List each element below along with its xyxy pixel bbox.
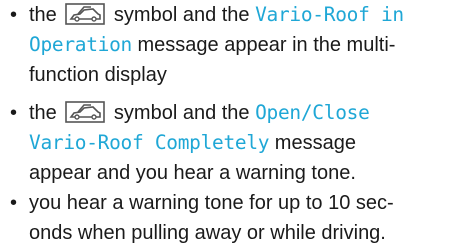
text: message — [269, 132, 356, 154]
text: appear and you hear a warning tone. — [29, 162, 356, 184]
bullet-3-line-2: onds when pulling away or while driving. — [29, 218, 386, 248]
display-message: Operation — [29, 33, 132, 56]
bullet-dot: • — [10, 102, 18, 124]
convertible-roof-icon — [65, 3, 106, 25]
text: the — [29, 102, 63, 124]
text: onds when pulling away or while driving. — [29, 222, 386, 244]
bullet-1-line-2: Operation message appear in the multi- — [29, 30, 395, 60]
bullet-1-line-1: the symbol and the Vario-Roof in — [29, 0, 404, 30]
bullet-dot: • — [10, 192, 18, 214]
bullet-2-line-1: the symbol and the Open/Close — [29, 98, 370, 128]
bullet-2-line-2: Vario-Roof Completely message — [29, 128, 356, 158]
text: symbol and the — [108, 4, 256, 26]
convertible-roof-icon — [65, 101, 106, 123]
display-message: Vario-Roof in — [255, 3, 404, 26]
bullet-2-line-3: appear and you hear a warning tone. — [29, 158, 356, 188]
display-message: Open/Close — [255, 101, 370, 124]
bullet-1-line-3: function display — [29, 60, 167, 90]
bullet-dot: • — [10, 4, 18, 26]
text: message appear in the multi- — [131, 34, 396, 56]
display-message: Vario-Roof Completely — [29, 131, 270, 154]
text: function display — [29, 64, 167, 86]
text: the — [29, 4, 63, 26]
bullet-3-line-1: you hear a warning tone for up to 10 sec… — [29, 188, 394, 218]
document-page: • the symbol and the Vario-Roof in Opera… — [0, 0, 449, 249]
text: symbol and the — [108, 102, 256, 124]
text: you hear a warning tone for up to 10 sec… — [29, 192, 394, 214]
